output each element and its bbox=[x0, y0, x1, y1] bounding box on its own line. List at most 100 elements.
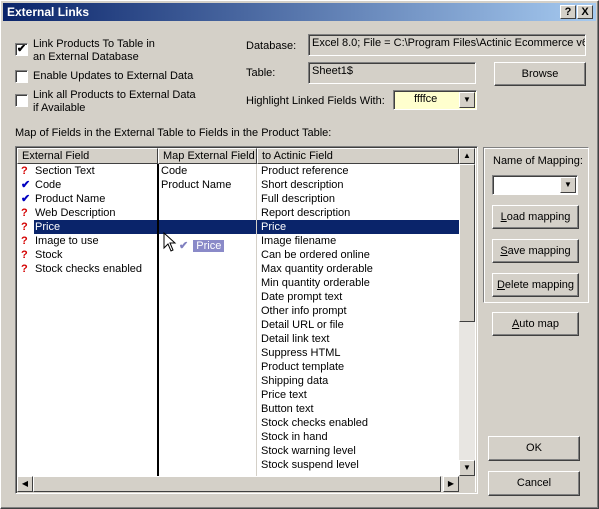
mapped-check-icon bbox=[21, 276, 33, 290]
scroll-down-icon[interactable]: ▼ bbox=[459, 460, 475, 476]
mapped-check-icon bbox=[21, 374, 33, 388]
mapping-name-label: Name of Mapping: bbox=[493, 155, 583, 167]
mapped-check-icon bbox=[21, 332, 33, 346]
table-row[interactable]: Stock suspend level bbox=[17, 458, 459, 472]
table-row[interactable]: Suppress HTML bbox=[17, 346, 459, 360]
save-mapping-button[interactable]: Save mapping bbox=[492, 239, 579, 263]
map-field-cell bbox=[161, 360, 255, 374]
load-mapping-button[interactable]: Load mapping bbox=[492, 205, 579, 229]
map-field-cell bbox=[161, 430, 255, 444]
table-row[interactable]: Date prompt text bbox=[17, 290, 459, 304]
help-button[interactable]: ? bbox=[560, 5, 576, 19]
external-field-cell bbox=[35, 276, 155, 290]
auto-map-button[interactable]: Auto map bbox=[492, 312, 579, 336]
external-field-cell: Stock bbox=[35, 249, 63, 261]
highlight-color-value: ffffce bbox=[414, 93, 438, 105]
vertical-scrollbar[interactable]: ▲ ▼ bbox=[459, 148, 475, 476]
unmapped-icon: ? bbox=[21, 165, 28, 177]
actinic-field-cell: Suppress HTML bbox=[261, 347, 341, 359]
actinic-field-cell: Can be ordered online bbox=[261, 249, 370, 261]
table-row[interactable]: ? Section Text Code Product reference bbox=[17, 164, 459, 178]
external-field-cell: Web Description bbox=[35, 207, 116, 219]
external-field-cell bbox=[35, 304, 155, 318]
horizontal-scrollbar[interactable]: ◀ ▶ bbox=[17, 476, 459, 492]
actinic-field-cell: Min quantity orderable bbox=[261, 277, 370, 289]
scroll-left-icon[interactable]: ◀ bbox=[17, 476, 33, 492]
external-field-cell: Image to use bbox=[35, 235, 99, 247]
table-row[interactable]: ? Stock Can be ordered online bbox=[17, 248, 459, 262]
table-row[interactable]: ? Stock checks enabled Max quantity ordera… bbox=[17, 262, 459, 276]
map-field-cell: Code bbox=[161, 165, 188, 177]
mapped-check-icon bbox=[21, 388, 33, 402]
enable-updates-checkbox[interactable] bbox=[15, 70, 28, 83]
auto-map-label: uto map bbox=[519, 318, 560, 330]
table-row[interactable]: Product template bbox=[17, 360, 459, 374]
field-map-list[interactable]: External Field Map External Field to Act… bbox=[17, 148, 476, 492]
table-row[interactable]: Min quantity orderable bbox=[17, 276, 459, 290]
scroll-right-icon[interactable]: ▶ bbox=[443, 476, 459, 492]
map-field-cell bbox=[161, 290, 255, 304]
external-field-cell bbox=[35, 430, 155, 444]
delete-mapping-button[interactable]: Delete mapping bbox=[492, 273, 579, 297]
highlight-color-select[interactable]: ffffce ▼ bbox=[393, 90, 477, 110]
table-row[interactable]: Detail link text bbox=[17, 332, 459, 346]
table-row[interactable]: Stock warning level bbox=[17, 444, 459, 458]
map-field-cell bbox=[161, 444, 255, 458]
table-row[interactable]: Detail URL or file bbox=[17, 318, 459, 332]
external-field-cell bbox=[35, 360, 155, 374]
table-label: Table: bbox=[246, 67, 276, 79]
actinic-field-cell: Detail URL or file bbox=[261, 319, 344, 331]
table-row[interactable]: ? Web Description Report description bbox=[17, 206, 459, 220]
external-field-cell bbox=[35, 346, 155, 360]
scroll-up-icon[interactable]: ▲ bbox=[459, 148, 475, 164]
highlight-label: Highlight Linked Fields With: bbox=[246, 95, 385, 107]
table-row[interactable]: ✔ Product Name Full description bbox=[17, 192, 459, 206]
mapped-check-icon bbox=[21, 416, 33, 430]
actinic-field-cell: Stock checks enabled bbox=[261, 417, 369, 429]
map-field-cell bbox=[161, 192, 255, 206]
actinic-field-cell: Stock suspend level bbox=[261, 459, 359, 471]
table-row[interactable]: Price text bbox=[17, 388, 459, 402]
external-field-cell bbox=[35, 374, 155, 388]
actinic-field-cell: Date prompt text bbox=[261, 291, 343, 303]
ok-button[interactable]: OK bbox=[488, 436, 580, 461]
table-row[interactable]: Button text bbox=[17, 402, 459, 416]
chevron-down-icon[interactable]: ▼ bbox=[459, 92, 475, 108]
actinic-field-cell: Detail link text bbox=[261, 333, 330, 345]
table-row[interactable]: Shipping data bbox=[17, 374, 459, 388]
column-header-external[interactable]: External Field bbox=[17, 148, 158, 164]
link-products-checkbox[interactable]: ✔ bbox=[15, 43, 28, 56]
table-row[interactable]: Other info prompt bbox=[17, 304, 459, 318]
close-button[interactable]: X bbox=[577, 5, 593, 19]
link-products-label-2: an External Database bbox=[33, 51, 139, 63]
save-mapping-accel: S bbox=[500, 245, 508, 257]
vertical-scroll-thumb[interactable] bbox=[459, 164, 475, 322]
mapped-check-icon bbox=[21, 458, 33, 472]
chevron-down-icon[interactable]: ▼ bbox=[560, 177, 576, 193]
column-header-actinic[interactable]: to Actinic Field bbox=[257, 148, 459, 164]
drag-ghost-label: Price bbox=[193, 240, 225, 252]
table-row[interactable]: ? Image to use Image filename bbox=[17, 234, 459, 248]
drag-ghost: ✔ Price bbox=[179, 240, 225, 253]
database-label: Database: bbox=[246, 40, 297, 52]
mapped-check-icon bbox=[21, 304, 33, 318]
cancel-button[interactable]: Cancel bbox=[488, 471, 580, 496]
map-field-cell bbox=[161, 374, 255, 388]
mapping-name-select[interactable]: ▼ bbox=[492, 175, 578, 195]
link-products-label-1: Link Products To Table in bbox=[33, 38, 155, 50]
external-field-cell bbox=[35, 402, 155, 416]
table-row[interactable]: Stock in hand bbox=[17, 430, 459, 444]
table-row[interactable]: Stock checks enabled bbox=[17, 416, 459, 430]
map-field-cell bbox=[161, 416, 255, 430]
column-header-map[interactable]: Map External Field bbox=[158, 148, 257, 164]
external-field-cell bbox=[35, 416, 155, 430]
horizontal-scroll-thumb[interactable] bbox=[33, 476, 441, 492]
browse-button[interactable]: Browse bbox=[494, 62, 586, 86]
map-field-cell bbox=[161, 388, 255, 402]
mapped-check-icon bbox=[21, 360, 33, 374]
link-all-checkbox[interactable] bbox=[15, 94, 28, 107]
table-row[interactable]: ✔ Code Product Name Short description bbox=[17, 178, 459, 192]
delete-mapping-accel: D bbox=[496, 279, 505, 291]
mapped-check-icon bbox=[21, 290, 33, 304]
table-row[interactable]: ? Price Price bbox=[17, 220, 459, 234]
